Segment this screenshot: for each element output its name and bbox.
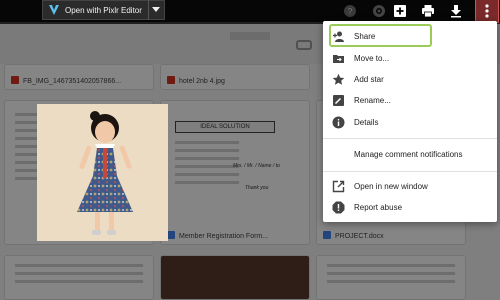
menu-item-label: Share <box>354 31 376 41</box>
star-icon <box>332 73 345 86</box>
open-with-label: Open with Pixlr Editor <box>65 5 142 15</box>
move-to-folder-icon <box>332 52 345 65</box>
menu-item-label: Move to... <box>354 53 390 63</box>
menu-item-share[interactable]: Share <box>323 25 497 47</box>
menu-item-add-star[interactable]: Add star <box>323 68 497 90</box>
report-icon <box>332 201 345 214</box>
menu-item-label: Details <box>354 117 379 127</box>
more-actions-menu: Share Move to... Add star Rename... Deta… <box>323 21 497 222</box>
menu-item-open-in-new-window[interactable]: Open in new window <box>323 175 497 197</box>
menu-item-move-to[interactable]: Move to... <box>323 47 497 69</box>
menu-item-report-abuse[interactable]: Report abuse <box>323 196 497 218</box>
person-add-icon <box>332 30 345 43</box>
menu-item-label: Add star <box>354 74 384 84</box>
info-icon <box>332 116 345 129</box>
comment-icon[interactable]: ? <box>342 3 358 19</box>
menu-item-label: Manage comment notifications <box>354 149 463 159</box>
preview-toolbar: Open with Pixlr Editor ? <box>0 0 500 23</box>
image-preview <box>37 104 168 241</box>
print-icon[interactable] <box>420 3 436 19</box>
menu-item-manage-comment-notifications[interactable]: Manage comment notifications <box>323 143 497 165</box>
menu-divider <box>323 171 497 172</box>
pixlr-logo-icon <box>49 5 59 15</box>
menu-item-label: Report abuse <box>354 202 403 212</box>
menu-item-label: Open in new window <box>354 181 428 191</box>
open-with-dropdown[interactable] <box>147 0 164 20</box>
download-icon[interactable] <box>448 3 464 19</box>
gear-icon[interactable] <box>371 3 387 19</box>
add-to-drive-icon[interactable] <box>392 3 408 19</box>
chevron-down-icon <box>152 7 161 12</box>
menu-item-label: Rename... <box>354 95 391 105</box>
rename-icon <box>332 94 345 107</box>
open-in-new-icon <box>332 180 345 193</box>
menu-item-details[interactable]: Details <box>323 111 497 133</box>
more-actions-button[interactable] <box>475 0 499 23</box>
more-vert-icon <box>485 4 489 18</box>
svg-text:?: ? <box>348 7 353 16</box>
menu-divider <box>323 138 497 139</box>
girl-photo <box>37 104 168 241</box>
open-with-button[interactable]: Open with Pixlr Editor <box>42 0 165 20</box>
menu-item-rename[interactable]: Rename... <box>323 89 497 111</box>
